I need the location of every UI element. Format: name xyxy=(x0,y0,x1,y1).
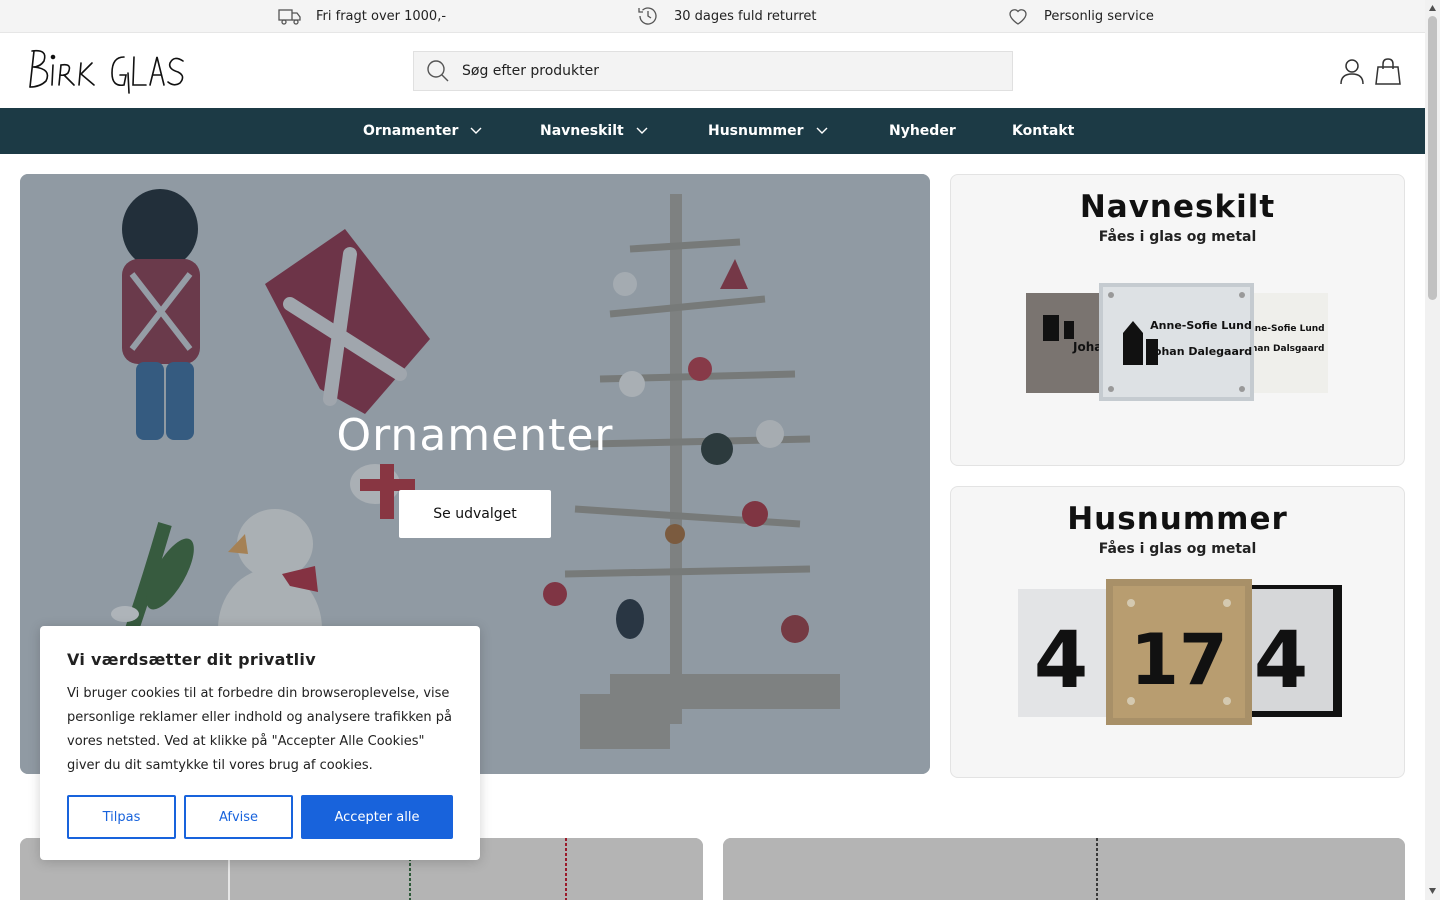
cookie-consent-dialog: Vi værdsætter dit privatliv Vi bruger co… xyxy=(40,626,480,860)
cookie-title: Vi værdsætter dit privatliv xyxy=(67,650,316,669)
card-husnummer[interactable]: Husnummer Fåes i glas og metal 4 4 17 xyxy=(950,486,1405,778)
announcement-text: Personlig service xyxy=(1044,8,1154,24)
reject-button[interactable]: Afvise xyxy=(184,795,293,839)
announcement-service: Personlig service xyxy=(1006,0,1154,32)
nav-item-nyheder[interactable]: Nyheder xyxy=(889,108,956,154)
search-bar[interactable] xyxy=(413,51,1013,91)
nav-item-navneskilt[interactable]: Navneskilt xyxy=(540,108,648,154)
card-navneskilt[interactable]: Navneskilt Fåes i glas og metal Johan An… xyxy=(950,174,1405,466)
hero-title: Ornamenter xyxy=(336,410,614,461)
house-number-center: 17 xyxy=(1130,619,1227,701)
heart-icon xyxy=(1009,9,1027,25)
search-input[interactable] xyxy=(462,63,982,79)
account-icon[interactable] xyxy=(1338,57,1366,85)
product-tile[interactable] xyxy=(723,838,1405,900)
scrollbar-thumb[interactable] xyxy=(1428,16,1437,300)
chevron-down-icon xyxy=(470,127,482,134)
announcement-bar: Fri fragt over 1000,- 30 dages fuld retu… xyxy=(0,0,1425,33)
sign-name-text: Johan Dalegaard xyxy=(1149,345,1252,358)
main-nav: Ornamenter Navneskilt Husnummer Nyheder … xyxy=(0,108,1425,154)
page-scrollbar[interactable] xyxy=(1425,0,1440,900)
nav-item-label: Navneskilt xyxy=(540,123,624,139)
logo[interactable] xyxy=(28,43,188,99)
announcement-shipping: Fri fragt over 1000,- xyxy=(278,0,446,32)
announcement-text: Fri fragt over 1000,- xyxy=(316,8,447,24)
nav-item-label: Kontakt xyxy=(1012,123,1075,139)
chevron-down-icon xyxy=(816,127,828,134)
nav-item-kontakt[interactable]: Kontakt xyxy=(1012,108,1074,154)
house-number-image: 4 4 17 xyxy=(1018,579,1342,725)
card-title: Navneskilt xyxy=(1079,189,1276,225)
truck-icon xyxy=(278,9,301,25)
sign-name-text: Anne-Sofie Lund xyxy=(1150,319,1252,332)
card-title: Husnummer xyxy=(1067,501,1288,537)
nav-item-label: Ornamenter xyxy=(363,123,459,139)
card-subtitle: Fåes i glas og metal xyxy=(1098,541,1257,557)
scroll-down-icon[interactable] xyxy=(1428,887,1437,895)
nav-item-label: Husnummer xyxy=(708,123,804,139)
announcement-text: 30 dages fuld returret xyxy=(674,8,817,24)
cookie-body: Vi bruger cookies til at forbedre din br… xyxy=(67,686,453,773)
announcement-returns: 30 dages fuld returret xyxy=(636,0,817,32)
scroll-up-icon[interactable] xyxy=(1428,4,1437,12)
search-icon[interactable] xyxy=(426,59,450,83)
card-subtitle: Fåes i glas og metal xyxy=(1098,229,1257,245)
product-tile-image xyxy=(723,838,1405,900)
nav-item-label: Nyheder xyxy=(889,123,956,139)
name-sign-image: Johan Anne-Sofie Lund Johan Dalsgaard An… xyxy=(1026,283,1328,401)
nav-item-husnummer[interactable]: Husnummer xyxy=(708,108,828,154)
clock-return-icon xyxy=(638,7,657,25)
customize-button[interactable]: Tilpas xyxy=(67,795,176,839)
see-selection-button[interactable]: Se udvalget xyxy=(399,490,551,538)
site-header xyxy=(0,33,1425,108)
chevron-down-icon xyxy=(636,127,648,134)
nav-item-ornamenter[interactable]: Ornamenter xyxy=(363,108,482,154)
house-number-right: 4 xyxy=(1254,616,1308,706)
cart-icon[interactable] xyxy=(1374,57,1402,85)
accept-all-button[interactable]: Accepter alle xyxy=(301,795,453,839)
house-number-left: 4 xyxy=(1034,616,1088,706)
